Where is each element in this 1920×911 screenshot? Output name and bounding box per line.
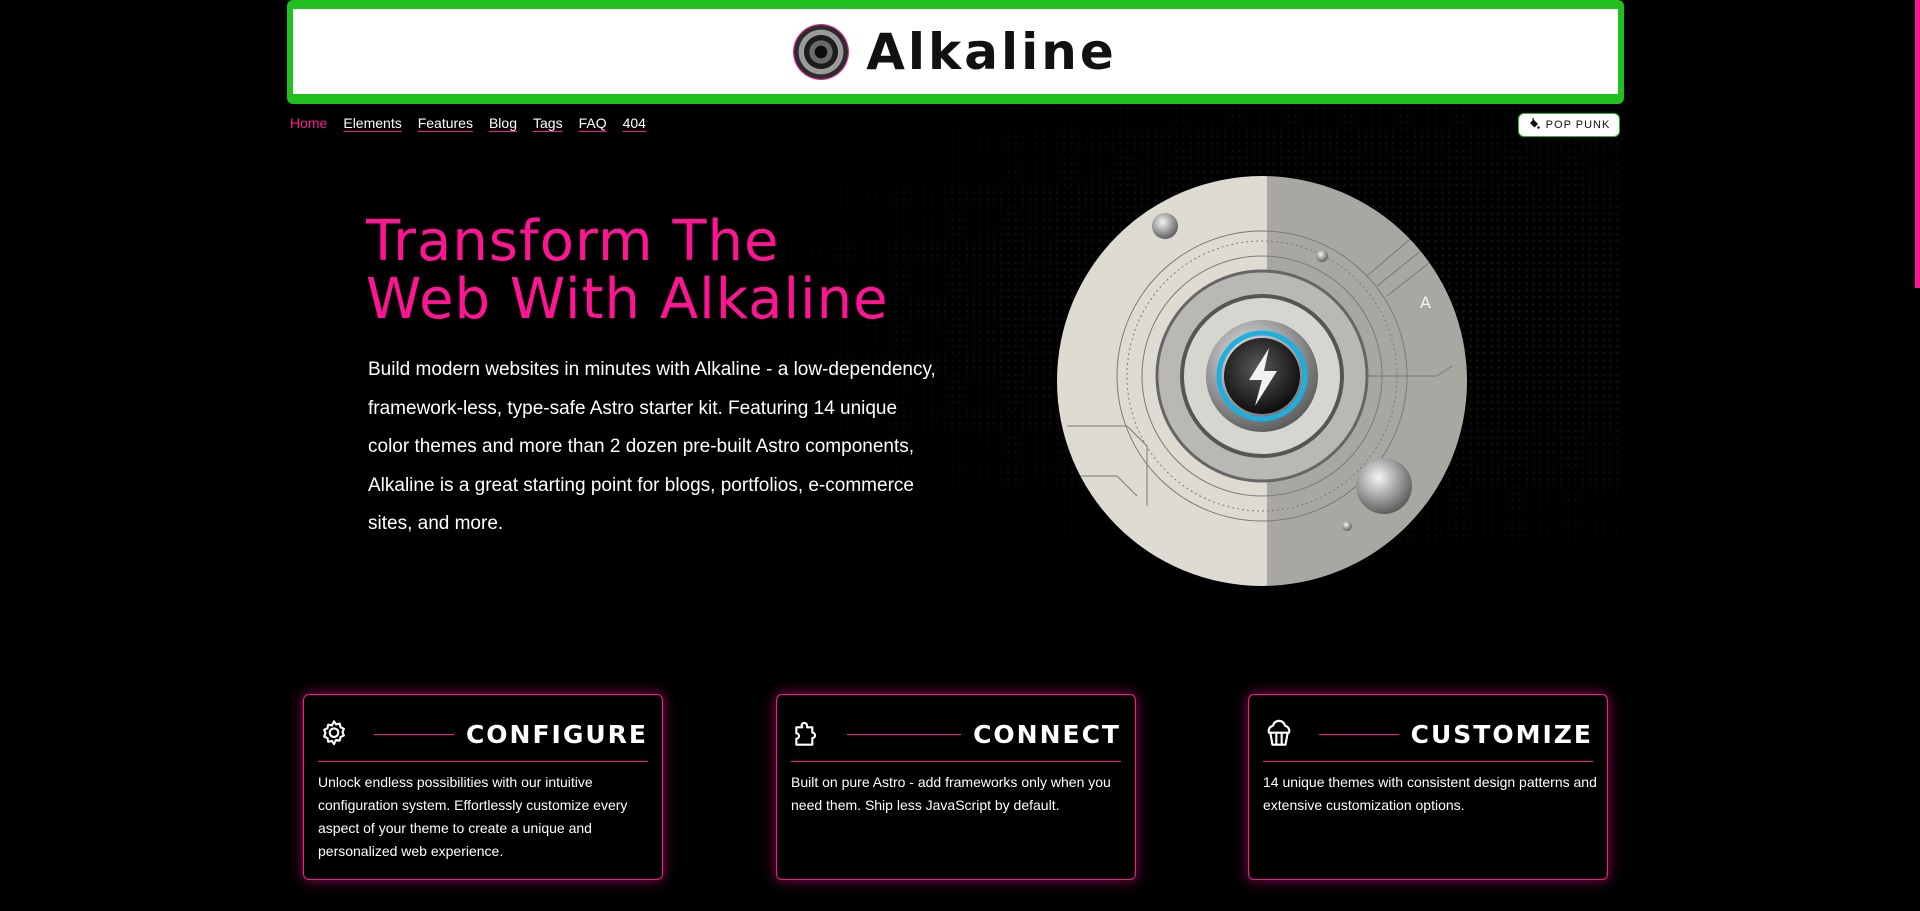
feature-card-rule [318,761,648,762]
nav-link-elements[interactable]: Elements [343,115,401,131]
feature-card-connect: CONNECT Built on pure Astro - add framew… [776,694,1136,880]
hero-title-line-1: Transform The [366,209,780,274]
gear-icon [318,718,350,750]
feature-card-header: CUSTOMIZE [1263,717,1593,751]
nav-link-404[interactable]: 404 [623,115,646,131]
puzzle-icon [791,718,823,750]
feature-card-rule [1263,761,1593,762]
feature-card-text: Built on pure Astro - add frameworks onl… [791,774,1111,813]
header-banner: Alkaline [293,9,1618,94]
feature-card-text: 14 unique themes with consistent design … [1263,774,1597,813]
feature-card-divider [1319,733,1399,735]
feature-card-rule [791,761,1121,762]
theme-switcher-button[interactable]: POP PUNK [1518,113,1620,137]
nav-link-tags[interactable]: Tags [533,115,563,131]
main-nav: Home Elements Features Blog Tags FAQ 404 [290,115,646,131]
hero-title-line-2: Web With Alkaline [366,267,889,332]
cupcake-icon [1263,718,1295,750]
nav-link-features[interactable]: Features [418,115,473,131]
paint-bucket-icon [1528,117,1540,133]
feature-card-title: CONNECT [973,719,1121,749]
feature-card-header: CONNECT [791,717,1121,751]
nav-link-faq[interactable]: FAQ [579,115,607,131]
feature-card-divider [847,733,962,735]
site-header: Alkaline [287,0,1624,104]
hero-illustration: A [1057,176,1467,586]
scrollbar-thumb[interactable] [1915,0,1920,288]
nav-link-home[interactable]: Home [290,115,327,131]
site-logo[interactable] [794,24,849,79]
feature-card-divider [374,733,454,735]
feature-card-title: CUSTOMIZE [1410,719,1593,749]
site-title[interactable]: Alkaline [866,23,1117,81]
feature-card-header: CONFIGURE [318,717,648,751]
feature-card-title: CONFIGURE [465,719,648,749]
feature-card-configure: CONFIGURE Unlock endless possibilities w… [303,694,663,880]
feature-card-customize: CUSTOMIZE 14 unique themes with consiste… [1248,694,1608,880]
feature-card-text: Unlock endless possibilities with our in… [318,774,628,859]
nav-link-blog[interactable]: Blog [489,115,517,131]
theme-switcher-label: POP PUNK [1545,119,1611,131]
hero-title: Transform The Web With Alkaline [366,213,889,329]
hero-description: Build modern websites in minutes with Al… [368,359,936,535]
hero-illustration-letter: A [1420,293,1431,312]
